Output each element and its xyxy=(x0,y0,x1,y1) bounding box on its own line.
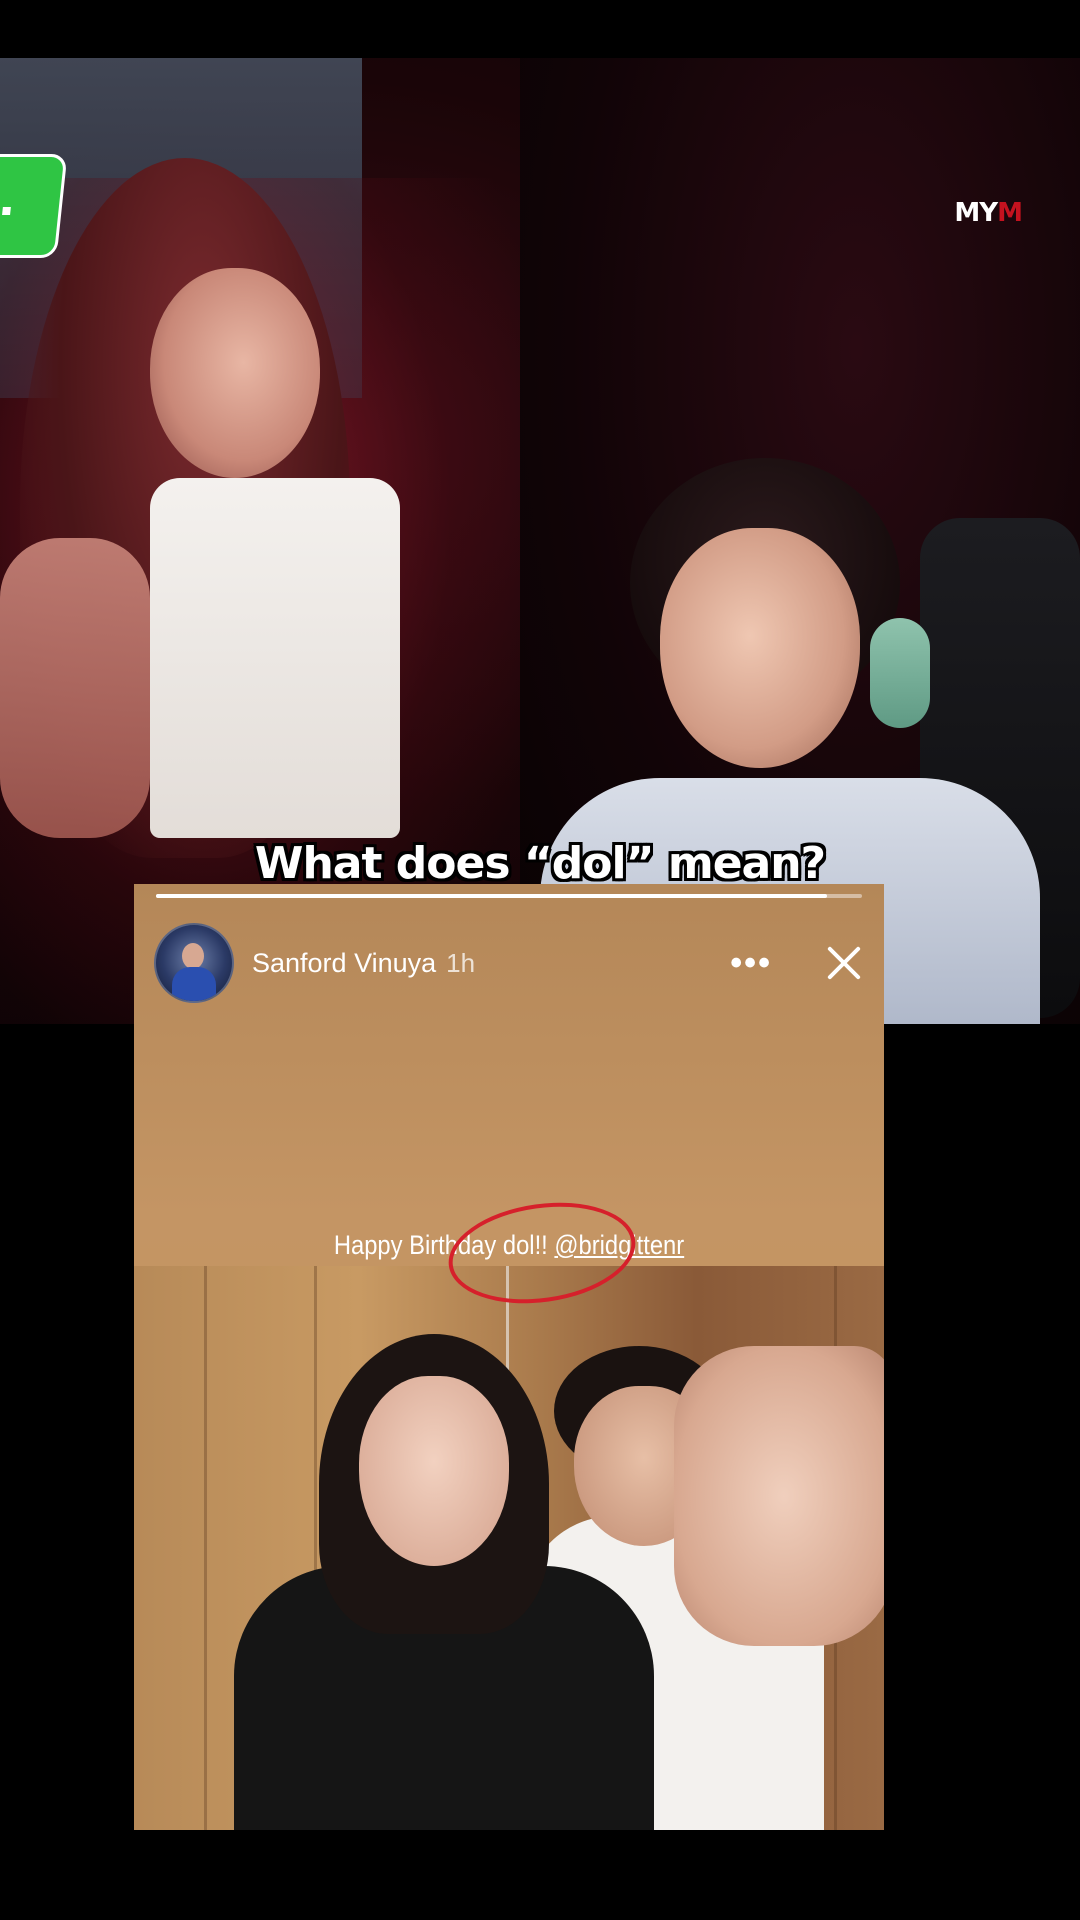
woman-face xyxy=(150,268,320,478)
logo-text: MY xyxy=(954,198,998,228)
story-timestamp: 1h xyxy=(446,947,476,978)
avatar[interactable] xyxy=(154,923,234,1003)
story-header: Sanford Vinuya 1h ••• xyxy=(154,923,864,1003)
woman-white-top xyxy=(150,478,400,838)
photo-hand-gesture xyxy=(674,1346,884,1646)
video-caption: What does “dol” mean? xyxy=(254,838,826,889)
wood-grain xyxy=(204,1266,207,1830)
logo-accent-text: M xyxy=(997,198,1023,228)
story-progress-fill xyxy=(156,894,827,898)
story-photo xyxy=(134,1266,884,1830)
story-card[interactable]: Sanford Vinuya 1h ••• Happy Birthday dol… xyxy=(134,884,884,1830)
channel-logo: MYM xyxy=(954,198,1023,228)
woman-arm xyxy=(0,538,150,838)
photo-girl-face xyxy=(359,1376,509,1566)
more-options-icon[interactable]: ••• xyxy=(720,946,782,980)
story-progress-bar xyxy=(156,894,862,898)
story-username[interactable]: Sanford Vinuya xyxy=(252,948,436,979)
headset xyxy=(870,618,930,728)
green-tab-badge xyxy=(0,154,68,258)
man-face xyxy=(660,528,860,768)
close-icon[interactable] xyxy=(824,943,864,983)
